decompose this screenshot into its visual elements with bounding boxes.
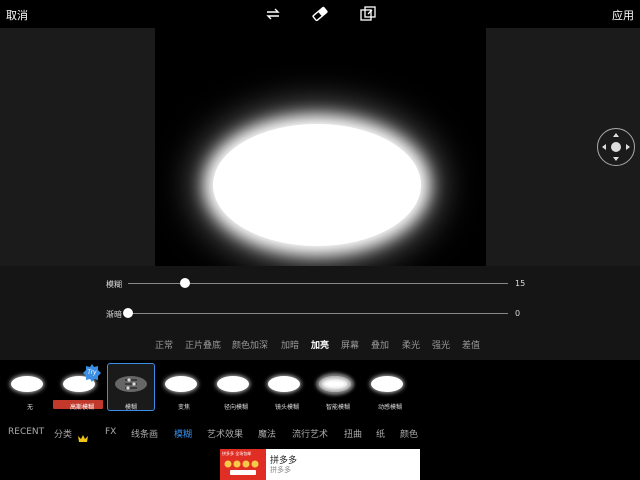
category-tab[interactable]: 线条画 xyxy=(131,427,158,440)
blend-mode-item[interactable]: 正常 xyxy=(155,338,173,351)
filter-label: 动感模糊 xyxy=(377,404,402,411)
filter-none[interactable]: 无 xyxy=(7,364,53,412)
category-tab[interactable]: RECENT xyxy=(8,427,44,437)
fade-slider-value: 0 xyxy=(515,309,521,318)
filter-lens-blur[interactable]: 镜头模糊 xyxy=(264,364,310,412)
filter-radial-blur[interactable]: 径向模糊 xyxy=(213,364,259,412)
image-canvas[interactable] xyxy=(155,28,486,266)
blend-mode-item[interactable]: 柔光 xyxy=(402,338,420,351)
category-tab[interactable]: 颜色 xyxy=(400,427,418,440)
blur-slider-value: 15 xyxy=(515,279,526,288)
blend-mode-item[interactable]: 正片叠底 xyxy=(185,338,221,351)
crown-icon xyxy=(78,428,88,442)
canvas-left-backdrop xyxy=(0,28,155,266)
fade-slider-label: 渐暗 xyxy=(106,310,122,319)
compare-icon[interactable] xyxy=(359,5,377,23)
sliders-icon xyxy=(125,378,137,390)
blur-slider-label: 模糊 xyxy=(106,280,122,289)
blend-mode-item[interactable]: 颜色加深 xyxy=(232,338,268,351)
filter-thumbnail xyxy=(165,376,197,392)
blurred-glow-shape xyxy=(213,124,421,246)
ad-products-icon xyxy=(224,460,259,475)
blur-slider-knob[interactable] xyxy=(180,278,190,288)
category-tab-active[interactable]: 模糊 xyxy=(174,427,192,440)
category-tab[interactable]: 纸 xyxy=(376,427,385,440)
ad-image: 拼多多 全场包邮 xyxy=(220,449,266,480)
blend-mode-item[interactable]: 加暗 xyxy=(281,338,299,351)
try-badge: Try xyxy=(83,364,101,382)
blend-mode-item[interactable]: 强光 xyxy=(432,338,450,351)
direction-pad-icon xyxy=(602,133,630,161)
filter-thumbnail xyxy=(217,376,249,392)
blend-mode-item[interactable]: 差值 xyxy=(462,338,480,351)
fade-slider-knob[interactable] xyxy=(123,308,133,318)
move-joystick[interactable] xyxy=(597,128,635,166)
filter-blur-selected[interactable]: 模糊 xyxy=(107,363,155,411)
filter-thumbnail xyxy=(319,376,351,392)
filter-settings-thumbnail xyxy=(115,376,147,392)
try-badge-label: Try xyxy=(87,369,97,376)
filter-zoom[interactable]: 变焦 xyxy=(161,364,207,412)
category-tab[interactable]: 艺术效果 xyxy=(207,427,243,440)
filter-gaussian-blur[interactable]: 高斯模糊 Try xyxy=(53,364,105,412)
cancel-button[interactable]: 取消 xyxy=(6,7,28,23)
filter-thumbnail xyxy=(268,376,300,392)
category-tab[interactable]: 流行艺术 xyxy=(292,427,328,440)
blend-mode-item[interactable]: 屏幕 xyxy=(341,338,359,351)
category-tab[interactable]: 扭曲 xyxy=(344,427,362,440)
fade-slider-track[interactable] xyxy=(128,313,508,314)
eraser-icon[interactable] xyxy=(311,5,329,23)
apply-button[interactable]: 应用 xyxy=(612,7,634,23)
filter-thumbnail xyxy=(11,376,43,392)
blend-mode-item[interactable]: 叠加 xyxy=(371,338,389,351)
swap-icon[interactable] xyxy=(264,5,282,23)
category-tab[interactable]: FX xyxy=(105,427,116,437)
filter-thumbnail xyxy=(371,376,403,392)
filter-motion-blur[interactable]: 动感模糊 xyxy=(367,364,413,412)
ad-banner[interactable]: 拼多多 全场包邮 拼多多 拼多多 xyxy=(220,449,420,480)
filter-smart-blur[interactable]: 智能模糊 xyxy=(315,364,361,412)
ad-subtitle: 拼多多 xyxy=(270,466,291,474)
category-tab[interactable]: 魔法 xyxy=(258,427,276,440)
ad-image-text: 拼多多 全场包邮 xyxy=(222,451,252,456)
category-tab[interactable]: 分类 xyxy=(54,427,72,440)
blend-mode-item[interactable]: 加亮 xyxy=(311,338,329,351)
